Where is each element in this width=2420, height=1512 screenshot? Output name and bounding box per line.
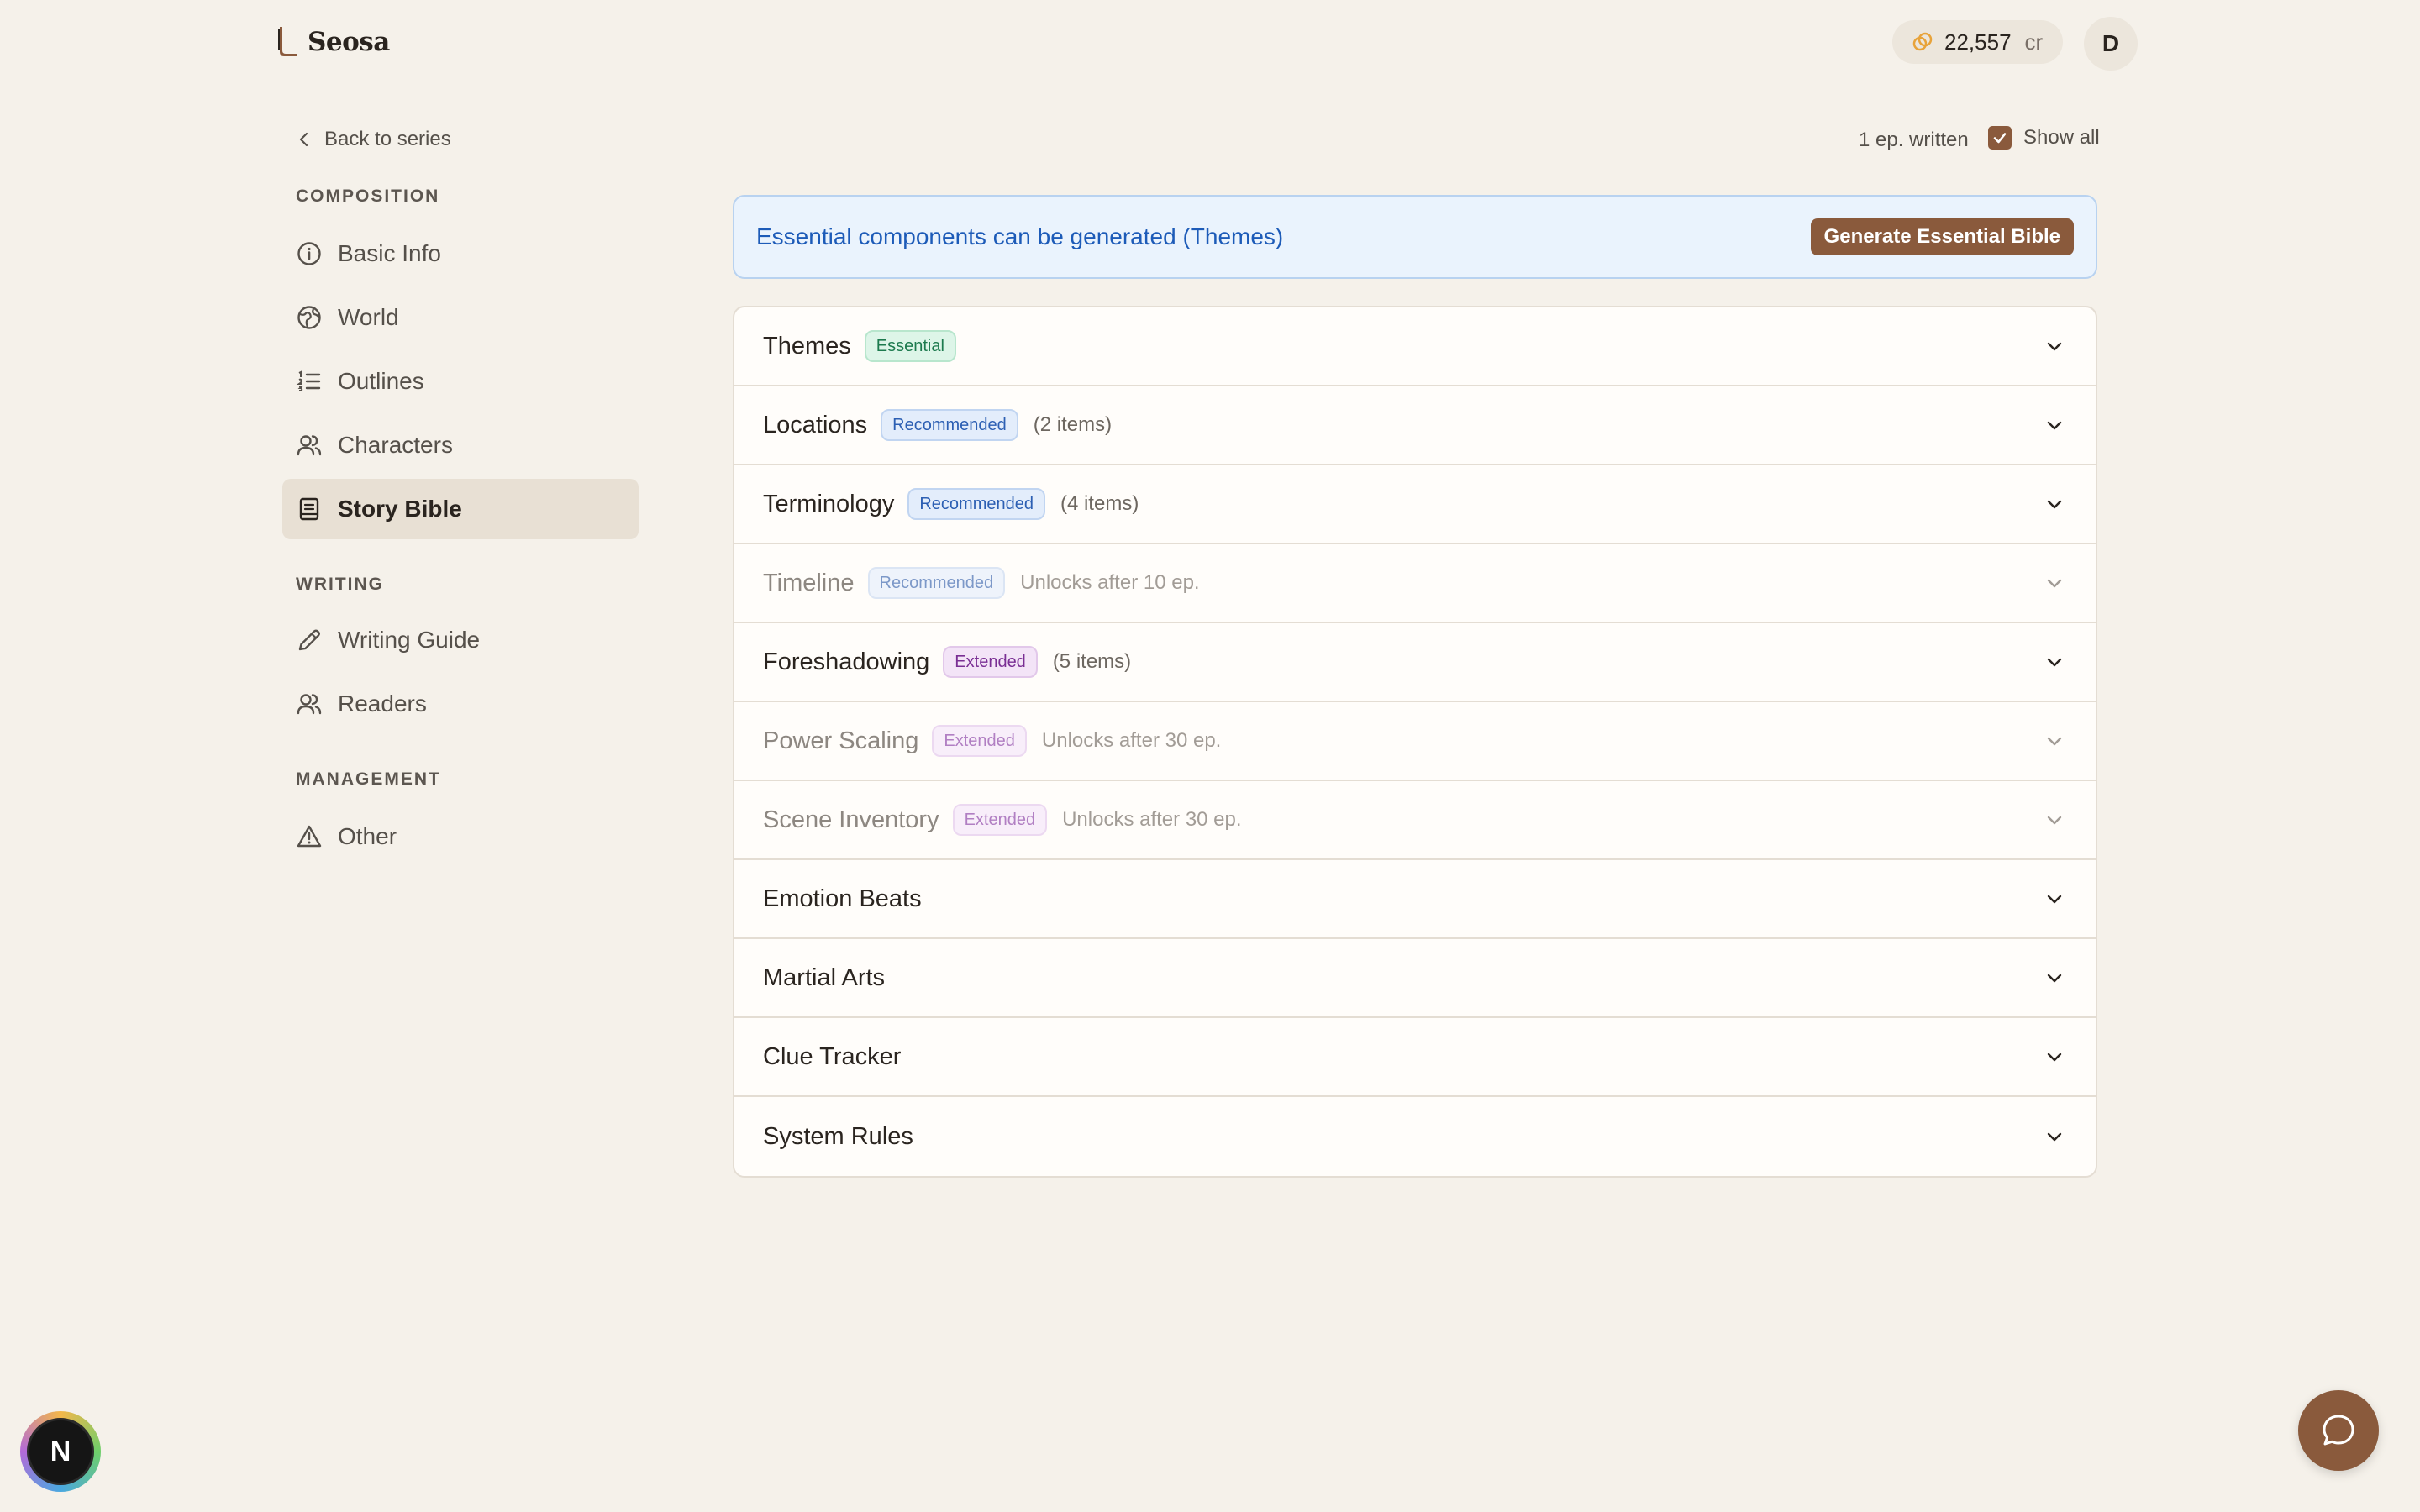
bible-row-system-rules[interactable]: System Rules [734,1097,2096,1176]
avatar[interactable]: D [2084,17,2138,71]
sidebar-item-label: Characters [338,432,453,458]
row-title: Timeline [763,569,855,596]
row-title: Foreshadowing [763,648,930,675]
book-icon [299,497,319,521]
n-badge-letter: N [27,1418,94,1485]
generate-banner: Essential components can be generated (T… [733,195,2097,279]
row-title: Terminology [763,490,895,517]
chevron-down-icon[interactable] [2044,1126,2065,1147]
bible-row-scene-inventory[interactable]: Scene Inventory Extended Unlocks after 30 … [734,781,2096,860]
episodes-written: 1 ep. written [1859,129,1969,151]
bible-component-list: Themes Essential Locations Recommended (2 it… [733,306,2097,1178]
credits-value: 22,557 [1944,29,2012,55]
banner-text: Essential components can be generated (T… [756,223,1284,249]
row-title: Emotion Beats [763,885,922,912]
section-label-management: MANAGEMENT [296,769,441,789]
chat-button[interactable] [2298,1390,2379,1471]
info-icon [297,242,321,265]
tier-badge: Extended [932,725,1027,757]
chevron-down-icon[interactable] [2044,967,2065,989]
show-all-checkbox[interactable] [1988,126,2012,150]
sidebar-item-story-bible[interactable]: Story Bible [282,479,639,539]
sidebar-item-world[interactable]: World [282,287,639,348]
bible-row-foreshadowing[interactable]: Foreshadowing Extended (5 items) [734,623,2096,702]
globe-icon [297,306,321,329]
row-title: Martial Arts [763,963,886,991]
row-title: Power Scaling [763,727,919,754]
sidebar-item-basic-info[interactable]: Basic Info [282,223,639,284]
back-to-series-link[interactable]: Back to series [296,128,451,151]
bible-row-martial-arts[interactable]: Martial Arts [734,939,2096,1018]
sidebar-item-characters[interactable]: Characters [282,415,639,475]
bible-row-locations[interactable]: Locations Recommended (2 items) [734,386,2096,465]
chevron-down-icon[interactable] [2044,888,2065,910]
row-title: Locations [763,411,868,438]
bible-row-clue-tracker[interactable]: Clue Tracker [734,1018,2096,1097]
sidebar-item-outlines[interactable]: Outlines [282,351,639,412]
unlock-hint: Unlocks after 30 ep. [1041,729,1222,752]
chevron-down-icon[interactable] [2044,335,2065,357]
generate-essential-bible-button[interactable]: Generate Essential Bible [1810,218,2074,255]
tier-badge: Recommended [881,409,1018,441]
chevron-down-icon[interactable] [2044,1046,2065,1068]
coins-icon [1912,32,1933,51]
users-icon [297,694,322,715]
row-title: System Rules [763,1122,913,1150]
row-title: Themes [763,332,851,360]
users-icon [297,435,322,456]
sidebar-item-label: Basic Info [338,240,441,266]
row-title: Scene Inventory [763,806,939,833]
sidebar-item-label: Other [338,823,397,849]
sidebar-item-label: World [338,304,399,330]
section-label-composition: COMPOSITION [296,186,440,206]
logo-mark-icon [278,27,297,56]
bible-row-timeline[interactable]: Timeline Recommended Unlocks after 10 ep. [734,544,2096,623]
sidebar-item-label: Outlines [338,368,424,394]
bible-row-power-scaling[interactable]: Power Scaling Extended Unlocks after 30 ep… [734,702,2096,781]
chevron-down-icon[interactable] [2044,809,2065,831]
bible-row-themes[interactable]: Themes Essential [734,307,2096,386]
tier-badge: Essential [864,330,956,362]
n-badge[interactable]: N [20,1411,101,1492]
item-count: (5 items) [1052,650,1132,673]
sidebar-item-label: Story Bible [338,496,462,522]
back-label: Back to series [324,128,451,150]
unlock-hint: Unlocks after 30 ep. [1062,808,1242,831]
chevron-down-icon[interactable] [2044,730,2065,752]
chevron-down-icon[interactable] [2044,572,2065,594]
show-all-label: Show all [2023,126,2100,149]
chat-icon [2323,1415,2354,1446]
section-label-writing: WRITING [296,575,384,594]
tier-badge: Extended [952,804,1048,836]
app-name: Seosa [308,27,390,57]
app-logo[interactable]: Seosa [276,22,390,62]
sidebar-item-writing-guide[interactable]: Writing Guide [282,610,639,670]
bible-row-emotion-beats[interactable]: Emotion Beats [734,860,2096,939]
tier-badge: Recommended [908,488,1045,520]
pen-icon [298,629,320,651]
item-count: (4 items) [1060,492,1139,515]
sidebar-item-other[interactable]: Other [282,806,639,867]
credits-unit: cr [2024,29,2044,55]
chevron-down-icon[interactable] [2044,414,2065,436]
chevron-down-icon[interactable] [2044,651,2065,673]
list-icon [296,370,321,391]
tier-badge: Recommended [867,567,1006,599]
chevron-left-icon [299,132,308,147]
chevron-down-icon[interactable] [2044,493,2065,515]
item-count: (2 items) [1033,413,1113,436]
sidebar-item-label: Writing Guide [338,627,481,653]
show-all-toggle[interactable]: Show all [1988,126,2100,150]
sidebar-item-label: Readers [338,690,427,717]
page: Seosa 22,557 cr D Back to series COMPOSI… [0,0,2420,1512]
tier-badge: Extended [943,646,1038,678]
bible-row-terminology[interactable]: Terminology Recommended (4 items) [734,465,2096,544]
unlock-hint: Unlocks after 10 ep. [1020,571,1200,594]
credits-badge[interactable]: 22,557 cr [1892,20,2064,64]
warning-icon [297,825,322,848]
check-icon [1993,133,2007,144]
sidebar-item-readers[interactable]: Readers [282,674,639,734]
row-title: Clue Tracker [763,1042,902,1070]
